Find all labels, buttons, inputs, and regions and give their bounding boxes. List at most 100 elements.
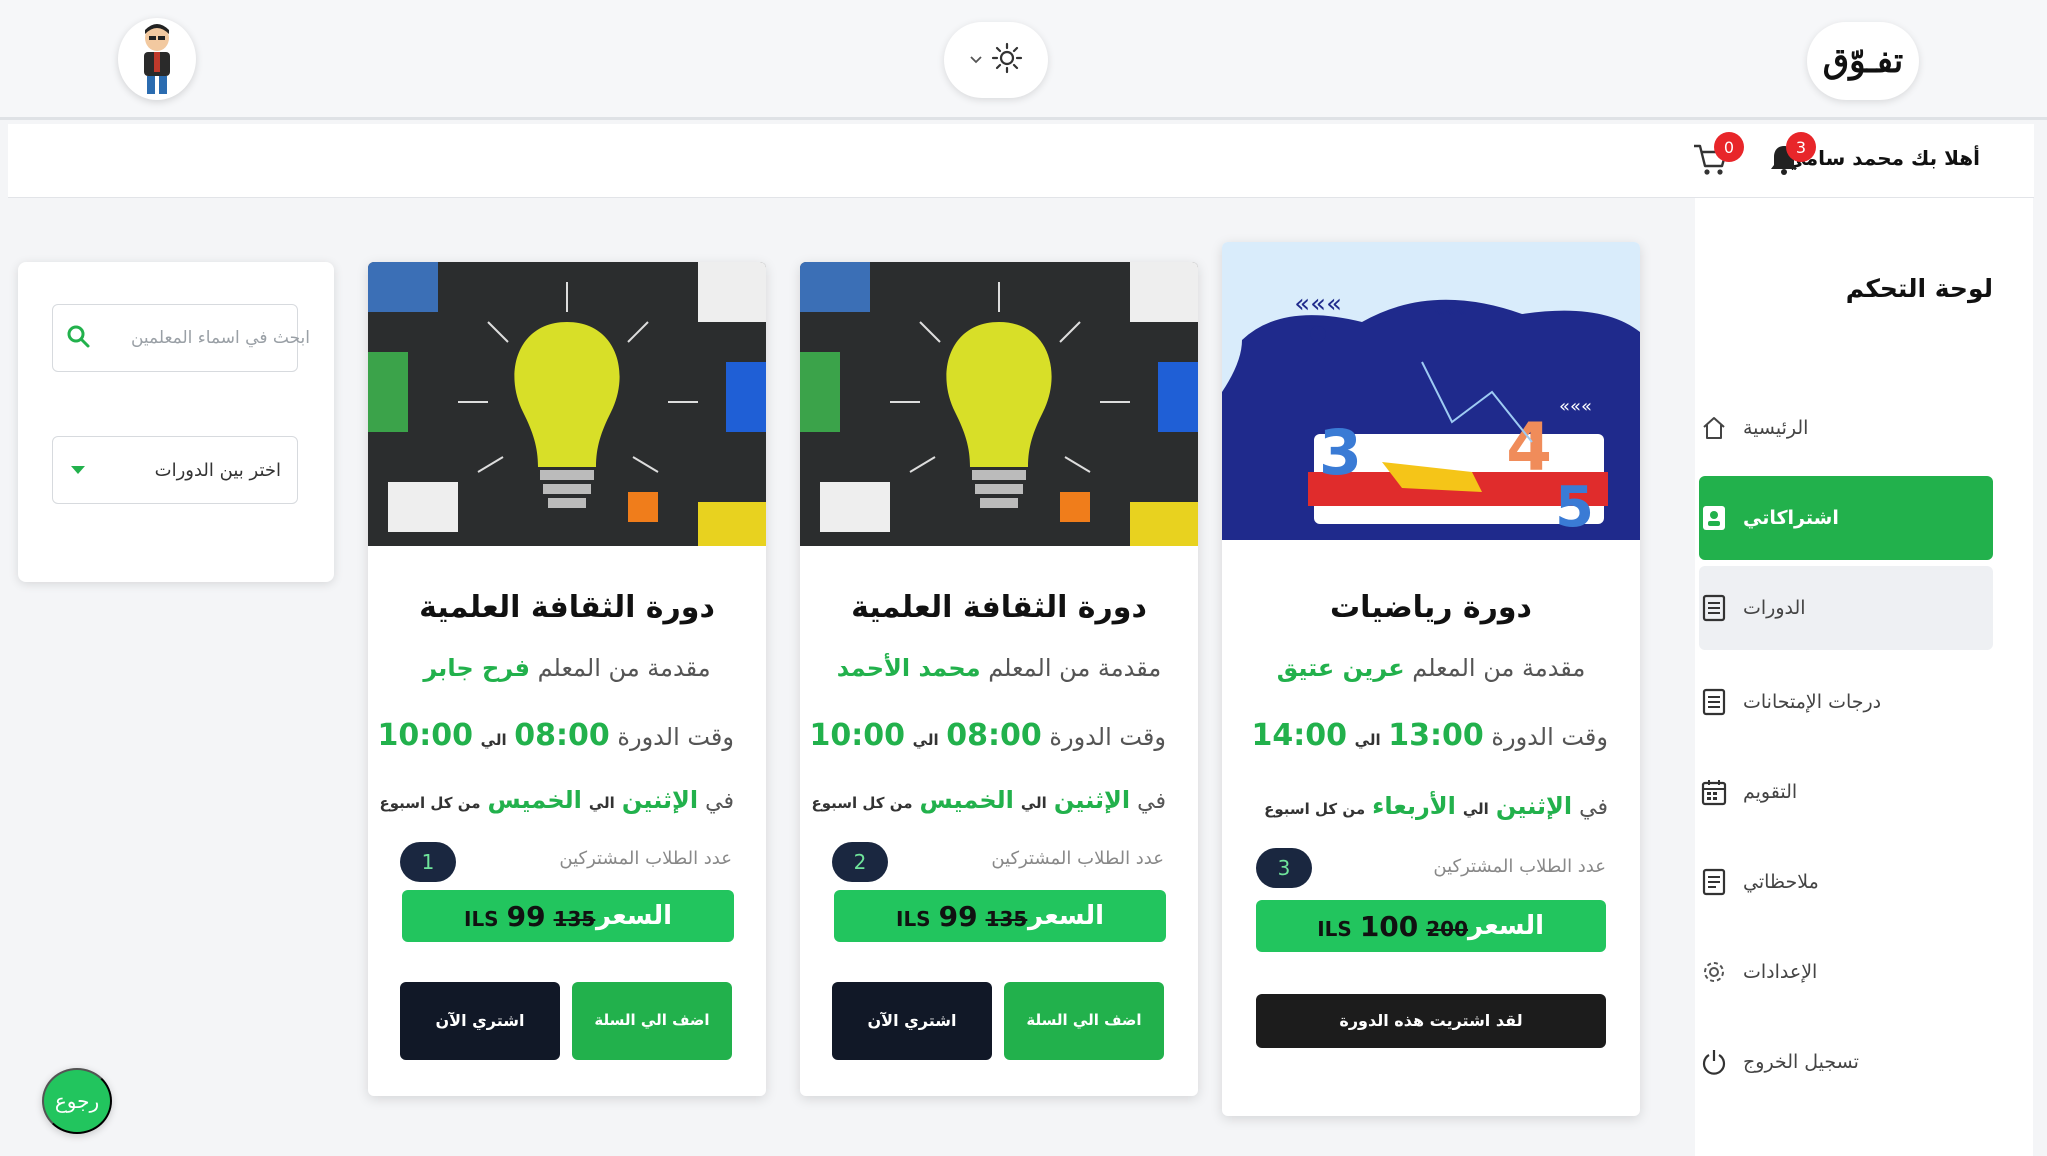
days-suffix: من كل اسبوع [379, 794, 481, 812]
day-to: الأربعاء [1372, 792, 1456, 820]
theme-toggle[interactable] [944, 22, 1048, 98]
course-card: 3 4 5 »»» »»» »»» دورة رياضيات مقدمة من … [1222, 242, 1640, 1116]
price-old: 135 [553, 906, 596, 931]
notifications-badge: 3 [1786, 132, 1816, 162]
notifications-button[interactable]: 3 [1766, 132, 1816, 182]
svg-text:5: 5 [1555, 475, 1594, 540]
time-to-word: الي [1354, 731, 1381, 749]
course-days: في الإثنين الي الأربعاء من كل اسبوع [1264, 792, 1608, 820]
buy-now-button[interactable]: اشتري الآن [400, 982, 560, 1060]
course-image [800, 262, 1198, 546]
students-label: عدد الطلاب المشتركين [559, 848, 732, 869]
time-from: 08:00 [946, 718, 1042, 753]
time-to: 14:00 [1251, 718, 1348, 753]
price-label: السعر [1028, 901, 1104, 931]
svg-text:»»»: »»» [1294, 289, 1342, 319]
sidebar-item-grades[interactable]: درجات الإمتحانات [1699, 660, 1993, 744]
course-time: وقت الدورة 13:00 الي 14:00 [1252, 718, 1608, 753]
price-label: السعر [596, 901, 672, 931]
sidebar-item-home[interactable]: الرئيسية [1699, 386, 1993, 470]
day-to-word: الي [588, 794, 615, 812]
course-select-label: اختر بين الدورات [154, 459, 281, 481]
course-card: دورة الثقافة العلمية مقدمة من المعلم فرح… [368, 262, 766, 1096]
price-currency: ILS [896, 906, 931, 931]
time-to: 10:00 [377, 718, 474, 753]
subscriptions-icon [1699, 503, 1729, 533]
price-values: ILS 99 135 [896, 900, 1027, 933]
course-title: دورة رياضيات [1330, 590, 1532, 625]
purchased-button[interactable]: لقد اشتريت هذه الدورة [1256, 994, 1606, 1048]
cart-badge: 0 [1714, 132, 1744, 162]
settings-icon [1699, 957, 1729, 987]
course-time: وقت الدورة 08:00 الي 10:00 [378, 718, 734, 753]
sidebar-title: لوحة التحكم [1845, 274, 1993, 303]
days-prefix: في [705, 789, 734, 814]
course-teacher: مقدمة من المعلم فرح جابر [368, 654, 766, 682]
sidebar-item-courses[interactable]: الدورات [1699, 566, 1993, 650]
price-bar: السعر ILS 100 200 [1256, 900, 1606, 952]
caret-down-icon [69, 460, 87, 481]
students-label: عدد الطلاب المشتركين [991, 848, 1164, 869]
courses-icon [1699, 593, 1729, 623]
add-to-cart-button[interactable]: اضف الي السلة [572, 982, 732, 1060]
logo-text: تفـوّق [1822, 41, 1904, 81]
sidebar-item-label: التقويم [1743, 781, 1798, 803]
sidebar-item-label: الرئيسية [1743, 417, 1809, 439]
course-teacher: مقدمة من المعلم محمد الأحمد [800, 654, 1198, 682]
back-button[interactable]: رجوع [42, 1068, 112, 1134]
teacher-prefix: مقدمة من المعلم [537, 654, 711, 682]
days-prefix: في [1579, 795, 1608, 820]
course-teacher: مقدمة من المعلم عرين عتيق [1222, 654, 1640, 682]
course-title: دورة الثقافة العلمية [419, 590, 715, 625]
teacher-name[interactable]: عرين عتيق [1277, 654, 1405, 682]
students-count: 2 [832, 842, 888, 882]
filter-panel: اختر بين الدورات [18, 262, 334, 582]
user-bar: أهلا بك محمد سامي 3 0 [8, 124, 2034, 198]
sidebar-item-settings[interactable]: الإعدادات [1699, 930, 1993, 1014]
day-from: الإثنين [1495, 792, 1573, 820]
sidebar-item-notes[interactable]: ملاحظاتي [1699, 840, 1993, 924]
time-prefix: وقت الدورة [1491, 723, 1608, 751]
students-count: 3 [1256, 848, 1312, 888]
search-icon[interactable] [65, 323, 91, 353]
course-days: في الإثنين الي الخميس من كل اسبوع [812, 786, 1167, 814]
teacher-search[interactable] [52, 304, 310, 372]
time-to: 10:00 [809, 718, 906, 753]
cart-button[interactable]: 0 [1690, 132, 1744, 182]
days-suffix: من كل اسبوع [811, 794, 913, 812]
time-from: 13:00 [1388, 718, 1484, 753]
teacher-name[interactable]: فرح جابر [423, 654, 530, 682]
home-icon [1699, 413, 1729, 443]
sidebar: لوحة التحكم الرئيسية اشتراكاتي الدورات د… [1695, 198, 2033, 1156]
day-from: الإثنين [621, 786, 699, 814]
buy-now-button[interactable]: اشتري الآن [832, 982, 992, 1060]
price-currency: ILS [1317, 916, 1352, 941]
sidebar-item-calendar[interactable]: التقويم [1699, 750, 1993, 834]
sidebar-item-label: اشتراكاتي [1743, 507, 1839, 529]
day-to-word: الي [1020, 794, 1047, 812]
time-from: 08:00 [514, 718, 610, 753]
price-current: 99 [938, 899, 978, 933]
chevron-down-icon [969, 51, 983, 70]
search-input[interactable] [91, 328, 310, 348]
price-bar: السعر ILS 99 135 [834, 890, 1166, 942]
sidebar-item-logout[interactable]: تسجيل الخروج [1699, 1020, 1993, 1104]
notes-icon [1699, 867, 1729, 897]
price-current: 99 [506, 899, 546, 933]
sun-icon [991, 42, 1023, 78]
price-label: السعر [1468, 911, 1544, 941]
price-values: ILS 99 135 [464, 900, 595, 933]
sidebar-item-label: ملاحظاتي [1743, 871, 1819, 893]
course-select[interactable]: اختر بين الدورات [52, 436, 298, 504]
user-avatar[interactable] [118, 18, 196, 100]
teacher-name[interactable]: محمد الأحمد [837, 654, 981, 682]
top-bar: تفـوّق [0, 0, 2047, 120]
days-prefix: في [1137, 789, 1166, 814]
sidebar-item-subscriptions[interactable]: اشتراكاتي [1699, 476, 1993, 560]
course-days: في الإثنين الي الخميس من كل اسبوع [380, 786, 735, 814]
sidebar-item-label: تسجيل الخروج [1743, 1051, 1859, 1073]
add-to-cart-button[interactable]: اضف الي السلة [1004, 982, 1164, 1060]
day-to: الخميس [487, 786, 582, 814]
app-logo[interactable]: تفـوّق [1807, 22, 1919, 100]
sidebar-item-label: الإعدادات [1743, 961, 1818, 983]
